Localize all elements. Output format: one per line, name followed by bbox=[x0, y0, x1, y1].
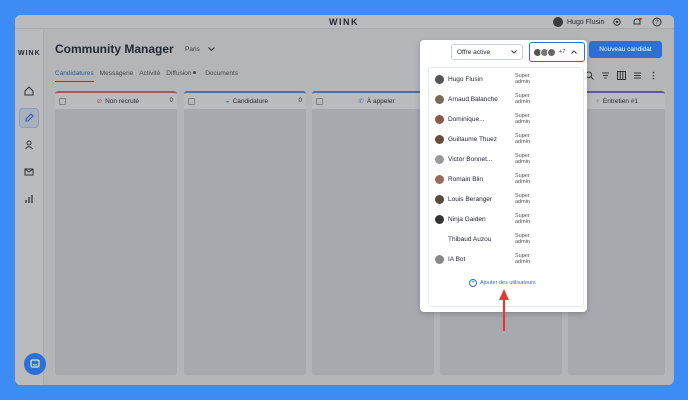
user-role: Super admin bbox=[515, 133, 530, 145]
list-item[interactable]: Thibaud Auzou Super admin bbox=[435, 229, 530, 249]
user-name: IA Bot bbox=[448, 255, 466, 263]
offer-status-value: Offre active bbox=[457, 48, 491, 56]
user-role: Super admin bbox=[515, 113, 530, 125]
more-vertical-icon bbox=[652, 71, 654, 79]
extra-users-count: +7 bbox=[559, 49, 566, 55]
filter-icon bbox=[601, 72, 609, 78]
avatar bbox=[435, 235, 444, 244]
plus-icon: + bbox=[469, 279, 477, 287]
chevron-down-icon bbox=[511, 50, 517, 54]
user-role: Super admin bbox=[515, 153, 530, 165]
user-name: Dominique... bbox=[448, 115, 485, 123]
avatar bbox=[435, 154, 444, 164]
list-item[interactable]: Ninja Gaiden Super admin bbox=[435, 209, 530, 229]
user-name: Arnaud Balanche bbox=[448, 95, 498, 103]
avatar bbox=[435, 94, 444, 104]
more-button[interactable] bbox=[647, 69, 659, 81]
user-name: Guillaume Thuez bbox=[448, 135, 498, 143]
user-name: Louis Beranger bbox=[448, 195, 493, 203]
user-role: Super admin bbox=[515, 193, 530, 205]
list-item[interactable]: Guillaume Thuez Super admin bbox=[435, 129, 530, 149]
offer-status-select[interactable]: Offre active bbox=[451, 44, 523, 60]
users-filter-select[interactable]: +7 bbox=[529, 42, 585, 62]
user-name: Victor Bonnet... bbox=[448, 155, 493, 163]
user-name: Romain Blin bbox=[448, 175, 484, 183]
avatar bbox=[435, 194, 444, 204]
avatar bbox=[547, 47, 556, 57]
user-role: Super admin bbox=[515, 93, 530, 105]
add-users-label: Ajouter des utilisateurs bbox=[480, 280, 536, 286]
avatar bbox=[435, 114, 444, 124]
list-view-button[interactable] bbox=[631, 69, 643, 81]
kanban-icon bbox=[616, 70, 626, 80]
app-window: WINK Hugo Flusin ? WINK Community Manage… bbox=[15, 15, 674, 385]
user-role: Super admin bbox=[515, 213, 530, 225]
kanban-view-button[interactable] bbox=[615, 69, 627, 81]
list-icon bbox=[633, 72, 641, 78]
list-item[interactable]: Arnaud Balanche Super admin bbox=[435, 89, 530, 109]
new-candidate-button[interactable]: Nouveau candidat bbox=[589, 41, 662, 58]
list-item[interactable]: Louis Beranger Super admin bbox=[435, 189, 530, 209]
list-item[interactable]: IA Bot Super admin bbox=[435, 249, 530, 269]
chat-icon bbox=[30, 359, 40, 368]
avatar bbox=[435, 74, 444, 84]
avatar bbox=[435, 214, 444, 224]
user-name: Ninja Gaiden bbox=[448, 215, 486, 223]
user-role: Super admin bbox=[515, 253, 530, 265]
user-role: Super admin bbox=[515, 173, 530, 185]
avatar bbox=[435, 174, 444, 184]
filter-button[interactable] bbox=[599, 69, 611, 81]
list-item[interactable]: Romain Blin Super admin bbox=[435, 169, 530, 189]
user-role: Super admin bbox=[515, 73, 530, 85]
list-item[interactable]: Dominique... Super admin bbox=[435, 109, 530, 129]
avatar bbox=[435, 134, 444, 144]
avatar bbox=[435, 254, 444, 264]
chevron-up-icon bbox=[571, 50, 578, 54]
user-role: Super admin bbox=[515, 233, 530, 245]
list-item[interactable]: Victor Bonnet... Super admin bbox=[435, 149, 530, 169]
chat-button[interactable] bbox=[24, 353, 46, 375]
add-users-button[interactable]: + Ajouter des utilisateurs bbox=[469, 279, 536, 287]
user-name: Thibaud Auzou bbox=[448, 235, 492, 243]
board-toolbar bbox=[583, 69, 659, 81]
annotation-arrow-icon bbox=[499, 289, 509, 331]
user-name: Hugo Flusin bbox=[448, 75, 483, 83]
user-list: Hugo Flusin Super admin Arnaud Balanche Su… bbox=[428, 67, 584, 307]
list-item[interactable]: Hugo Flusin Super admin bbox=[435, 69, 530, 89]
user-filter-panel: Offre active +7 Hugo Flusin Super admin A… bbox=[420, 40, 587, 312]
